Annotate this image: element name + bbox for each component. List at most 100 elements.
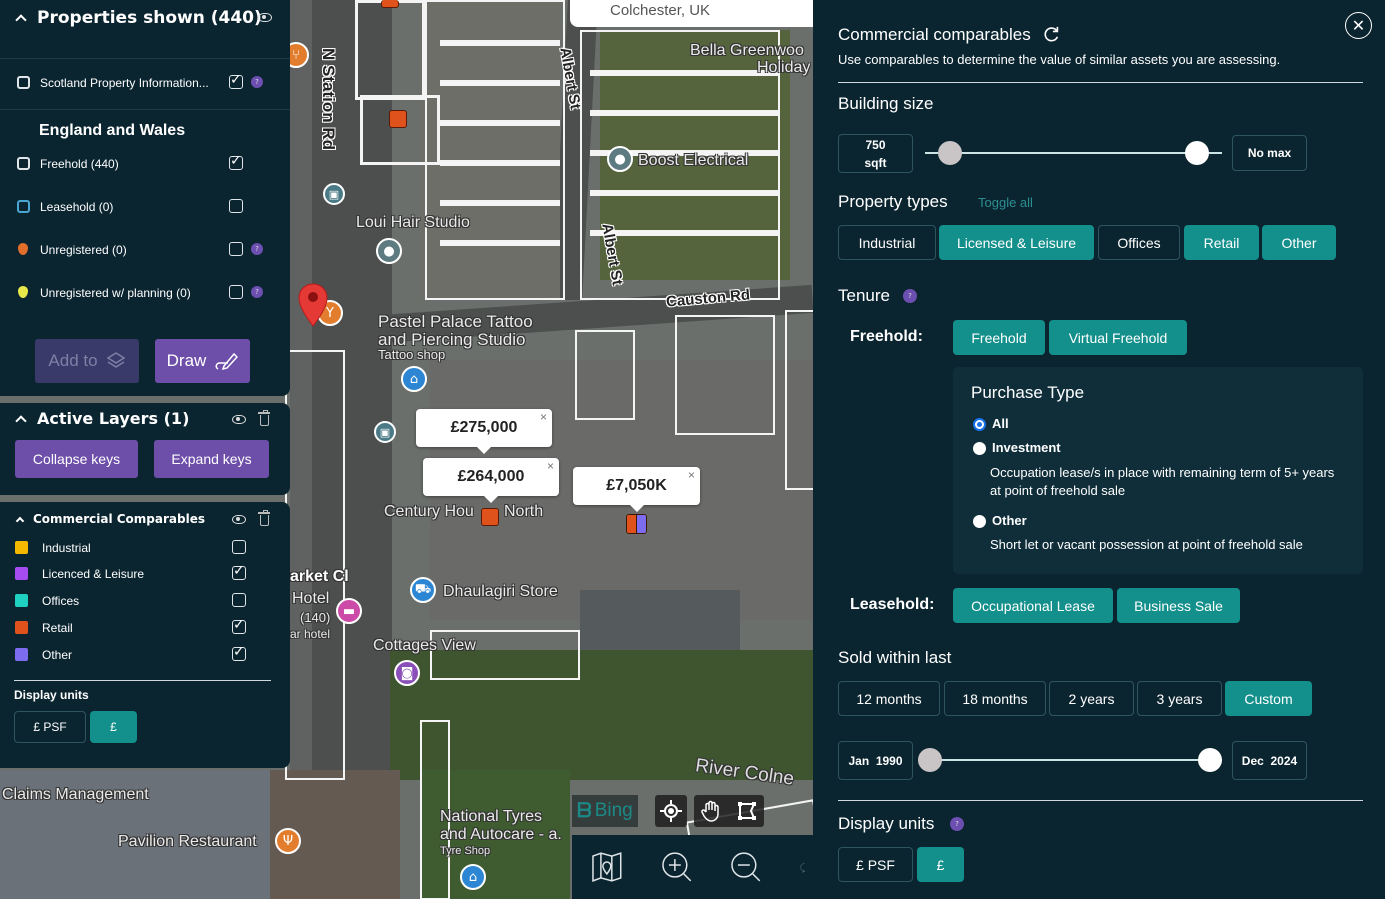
price-popup[interactable]: £7,050K × [573,467,700,512]
undo-icon[interactable] [799,850,813,884]
draw-button[interactable]: Draw [155,339,250,383]
close-button[interactable]: ✕ [1345,12,1372,39]
building-size-max-box[interactable]: No max [1232,135,1307,171]
freehold-chip[interactable]: Freehold [953,320,1045,355]
parcel[interactable] [675,315,775,435]
comparable-marker-retail[interactable] [481,508,499,526]
add-to-label: Add to [48,351,98,370]
licenced-leisure-checkbox[interactable] [232,563,246,580]
freehold-checkbox[interactable] [229,153,243,170]
date-range-start-box[interactable]: Jan 1990 [838,741,913,780]
shopping-poi-icon[interactable]: ⌂ [460,864,486,890]
properties-header[interactable]: Properties shown (440) [15,8,262,28]
display-unit-psf-chip[interactable]: £ PSF [838,847,913,882]
popup-close-button[interactable]: × [540,410,547,424]
sold-3-years-chip[interactable]: 3 years [1137,681,1222,716]
unregistered-planning-checkbox[interactable] [229,285,243,299]
parcel[interactable] [355,0,425,100]
unit-psf-button[interactable]: £ PSF [14,711,86,743]
locate-button[interactable] [655,795,687,827]
refresh-icon[interactable] [1043,26,1061,44]
virtual-freehold-chip[interactable]: Virtual Freehold [1049,320,1187,355]
price-popup[interactable]: £264,000 × [423,458,559,503]
popup-close-button[interactable]: × [688,468,695,482]
zoom-out-icon[interactable] [729,850,763,884]
camera-poi-icon[interactable]: ◙ [394,660,420,686]
draw-shape-icon[interactable] [737,801,757,821]
type-licensed-leisure-chip[interactable]: Licensed & Leisure [939,225,1094,260]
date-range-slider-track[interactable] [925,759,1222,761]
shopping-poi-icon[interactable]: ⌂ [401,366,427,392]
expand-keys-button[interactable]: Expand keys [154,440,269,478]
trash-icon[interactable] [258,410,270,426]
help-icon[interactable]: ? [251,286,263,298]
map-pin-icon[interactable] [590,850,624,884]
toggle-all-link[interactable]: Toggle all [978,195,1033,210]
building-size-min-box[interactable]: 750 sqft [838,134,913,173]
display-unit-pound-chip[interactable]: £ [917,847,964,882]
chevron-up-icon[interactable] [15,14,27,26]
comparable-marker-retail[interactable] [389,110,407,128]
hotel-poi-icon[interactable]: ▬ [336,598,362,624]
chevron-up-icon[interactable] [15,414,27,427]
unit-pound-button[interactable]: £ [90,711,137,743]
sold-12-months-chip[interactable]: 12 months [838,681,940,716]
offices-checkbox[interactable] [232,593,246,607]
price-popup[interactable]: £275,000 × [416,409,552,454]
parcel[interactable] [785,310,813,490]
date-range-end-thumb[interactable] [1198,748,1222,772]
location-search-box[interactable]: Colchester, UK [570,0,813,27]
help-icon[interactable]: ? [903,289,917,303]
shopping-cart-poi-icon[interactable]: ⛟ [410,577,436,603]
sold-18-months-chip[interactable]: 18 months [944,681,1046,716]
other-checkbox[interactable] [232,644,246,661]
chevron-up-icon[interactable] [15,516,25,526]
retail-checkbox[interactable] [232,617,246,634]
unregistered-checkbox[interactable] [229,242,243,256]
sold-custom-chip[interactable]: Custom [1225,681,1312,716]
type-retail-chip[interactable]: Retail [1184,225,1259,260]
building-size-max-thumb[interactable] [1185,141,1209,165]
sold-2-years-chip[interactable]: 2 years [1049,681,1134,716]
eye-icon[interactable] [232,415,246,424]
parcel[interactable] [285,350,345,780]
purchase-all-radio[interactable] [973,418,986,431]
popup-close-button[interactable]: × [547,459,554,473]
location-pin-icon[interactable] [298,283,328,327]
place-poi-icon[interactable]: ● [376,238,402,264]
help-icon[interactable]: ? [251,76,263,88]
active-layers-header[interactable]: Active Layers (1) [15,409,189,428]
building-size-slider-track[interactable] [925,152,1222,154]
england-wales-heading: England and Wales [39,122,186,139]
leasehold-checkbox[interactable] [229,199,243,213]
add-to-button[interactable]: Add to [35,339,139,383]
scotland-checkbox[interactable] [229,72,243,89]
zoom-in-icon[interactable] [660,850,694,884]
parcel[interactable] [575,330,635,420]
pan-hand-icon[interactable] [701,800,721,822]
collapse-keys-button[interactable]: Collapse keys [15,440,138,478]
help-icon[interactable]: ? [251,243,263,255]
comparable-marker-multi[interactable] [626,514,647,534]
eye-icon[interactable] [232,515,246,524]
purchase-other-radio[interactable] [973,515,986,528]
restaurant-poi-icon[interactable]: Ψ [275,828,301,854]
eye-icon[interactable] [258,13,272,22]
bus-stop-icon[interactable]: ▣ [374,421,396,443]
type-industrial-chip[interactable]: Industrial [838,225,936,260]
industrial-checkbox[interactable] [232,540,246,554]
occupational-lease-chip[interactable]: Occupational Lease [953,588,1113,623]
type-offices-chip[interactable]: Offices [1098,225,1180,260]
help-icon[interactable]: ? [950,817,964,831]
building-size-min-thumb[interactable] [938,141,962,165]
purchase-investment-radio[interactable] [973,442,986,455]
comparable-marker-retail[interactable] [381,0,399,8]
trash-icon[interactable] [258,510,270,526]
date-range-end-box[interactable]: Dec 2024 [1232,741,1307,780]
place-poi-icon[interactable]: ● [607,146,633,172]
type-other-chip[interactable]: Other [1262,225,1336,260]
bus-stop-icon[interactable]: ▣ [323,183,345,205]
comparables-key-header[interactable]: Commercial Comparables [15,512,205,526]
date-range-start-thumb[interactable] [918,748,942,772]
business-sale-chip[interactable]: Business Sale [1117,588,1240,623]
